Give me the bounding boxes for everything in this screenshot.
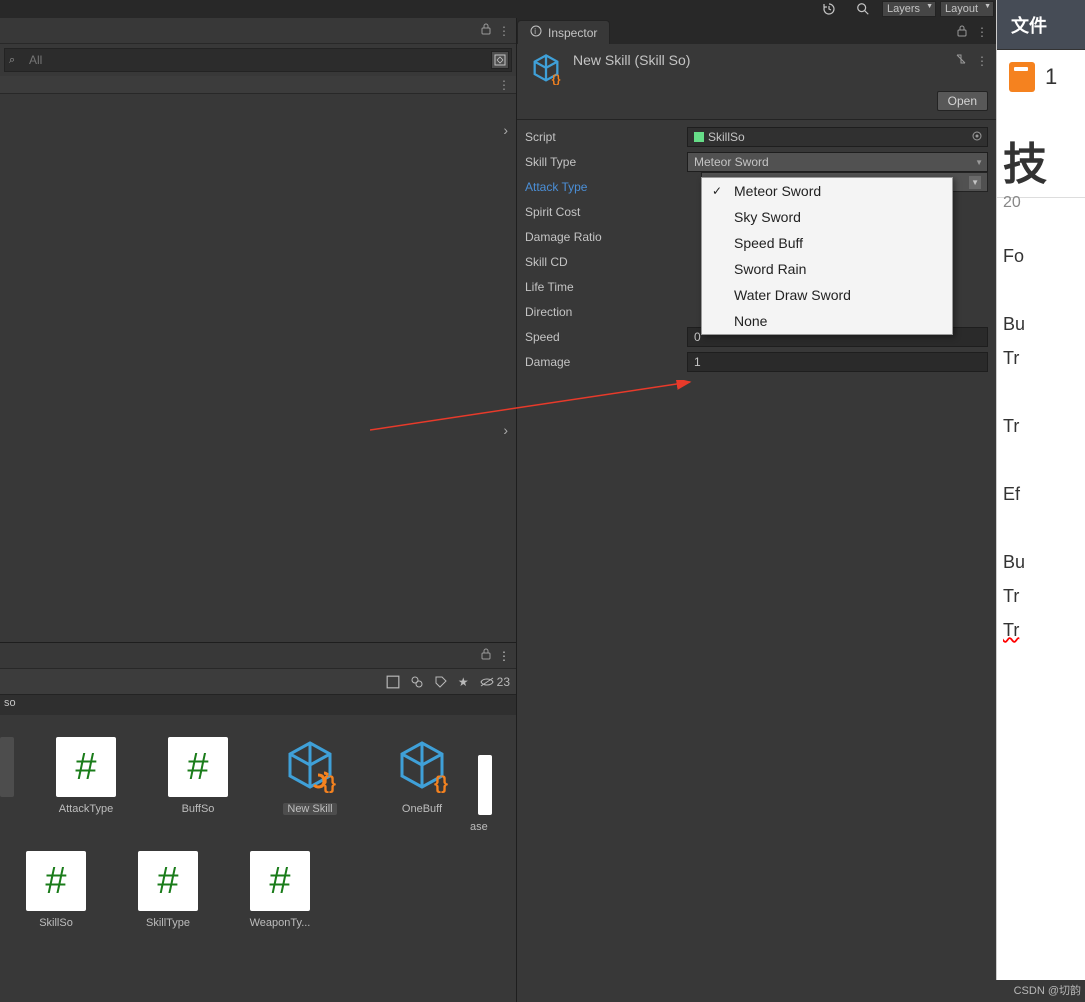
object-picker-icon[interactable] <box>971 130 983 145</box>
open-button[interactable]: Open <box>937 91 988 111</box>
check-icon: ✓ <box>712 184 722 198</box>
project-item[interactable]: # AttackType <box>30 737 142 833</box>
chevron-down-icon: ▼ <box>969 176 981 189</box>
kebab-menu-icon[interactable]: ⋮ <box>498 78 510 92</box>
watermark: CSDN @切韵 <box>1014 982 1081 998</box>
scriptable-object-icon: {} <box>392 737 452 797</box>
hierarchy-search: ⌕ <box>4 48 512 72</box>
dropdown-option[interactable]: Sky Sword <box>702 204 952 230</box>
project-item[interactable]: # BuffSo <box>142 737 254 833</box>
chevron-right-icon[interactable]: › <box>503 422 508 438</box>
project-breadcrumb[interactable]: so <box>0 695 516 715</box>
project-item[interactable]: # SkillType <box>112 851 224 929</box>
kebab-menu-icon[interactable]: ⋮ <box>976 54 988 68</box>
hierarchy-header: ⋮ <box>0 18 516 44</box>
dropdown-option[interactable]: Water Draw Sword <box>702 282 952 308</box>
book-icon <box>1009 62 1035 92</box>
document-year: 20 <box>997 194 1085 212</box>
project-header: ⋮ <box>0 643 516 669</box>
script-object-field[interactable]: SkillSo <box>687 127 988 147</box>
field-damage: Damage 1 <box>525 351 988 373</box>
skill-type-dropdown[interactable]: Meteor Sword ▼ <box>687 152 988 172</box>
lock-icon[interactable] <box>480 648 492 663</box>
inspector-tabrow: i Inspector ⋮ <box>517 18 996 44</box>
csharp-icon: # <box>250 851 310 911</box>
filter-type-icon[interactable] <box>410 675 424 689</box>
favorite-icon[interactable]: ★ <box>458 675 469 689</box>
filter-label-icon[interactable] <box>434 675 448 689</box>
lock-icon[interactable] <box>480 23 492 38</box>
external-app-tab[interactable]: 1 <box>997 50 1085 104</box>
asset-title: New Skill (Skill So) <box>573 52 690 68</box>
hierarchy-search-input[interactable] <box>7 53 491 67</box>
inspector-tab[interactable]: i Inspector <box>517 20 610 44</box>
kebab-menu-icon[interactable]: ⋮ <box>976 25 988 39</box>
project-item-selected[interactable]: {} New Skill <box>254 737 366 833</box>
csharp-icon: # <box>26 851 86 911</box>
dropdown-popup: ✓Meteor Sword Sky Sword Speed Buff Sword… <box>701 177 953 335</box>
info-icon: i <box>530 25 542 40</box>
chevron-down-icon: ▼ <box>975 158 983 167</box>
hierarchy-body[interactable]: › › <box>0 94 516 654</box>
top-toolbar: Layers Layout <box>0 0 996 18</box>
search-icon: ⌕ <box>9 54 15 67</box>
dropdown-option[interactable]: Speed Buff <box>702 230 952 256</box>
hierarchy-subheader: ⋮ <box>0 76 516 94</box>
project-grid[interactable]: . e # AttackType # BuffSo {} New Skill {… <box>0 715 516 929</box>
project-panel: ⋮ ★ 23 so . e # AttackType # BuffSo {} N… <box>0 642 516 1002</box>
document-body-clip: Fo Bu Tr Tr Ef Bu Tr Tr <box>997 242 1085 644</box>
csharp-icon: # <box>138 851 198 911</box>
history-icon[interactable] <box>814 1 844 17</box>
inspector-tab-label: Inspector <box>548 26 597 40</box>
hierarchy-panel: ⋮ ⌕ ⋮ › › <box>0 18 516 642</box>
project-item[interactable]: ase <box>478 755 508 833</box>
lock-icon[interactable] <box>956 25 968 40</box>
svg-text:{}: {} <box>322 773 336 793</box>
svg-text:i: i <box>534 27 536 36</box>
csharp-icon: # <box>56 737 116 797</box>
inspector-fields: Script SkillSo Skill Type Meteor Sword ▼… <box>517 120 996 379</box>
chevron-right-icon[interactable]: › <box>503 122 508 138</box>
project-item[interactable]: # SkillSo <box>0 851 112 929</box>
svg-text:{}: {} <box>434 773 448 793</box>
layout-dropdown[interactable]: Layout <box>940 1 994 17</box>
external-app-panel: 文件 1 技 20 Fo Bu Tr Tr Ef Bu Tr Tr <box>996 0 1085 980</box>
inspector-panel: i Inspector ⋮ {} New Skill (Skill So) ⋮ … <box>516 18 996 1002</box>
search-icon[interactable] <box>848 1 878 17</box>
dropdown-option[interactable]: ✓Meteor Sword <box>702 178 952 204</box>
project-toolbar: ★ 23 <box>0 669 516 695</box>
kebab-menu-icon[interactable]: ⋮ <box>498 649 510 663</box>
dropdown-option[interactable]: None <box>702 308 952 334</box>
layers-dropdown[interactable]: Layers <box>882 1 936 17</box>
inspector-header: {} New Skill (Skill So) ⋮ <box>517 44 996 89</box>
svg-text:{}: {} <box>552 74 561 86</box>
dropdown-option[interactable]: Sword Rain <box>702 256 952 282</box>
scriptable-object-icon: {} <box>529 52 563 89</box>
project-item[interactable]: {} OneBuff <box>366 737 478 833</box>
project-item[interactable]: . e <box>0 737 30 833</box>
document-heading: 技 <box>997 128 1085 198</box>
kebab-menu-icon[interactable]: ⋮ <box>498 24 510 38</box>
project-item[interactable]: # WeaponTy... <box>224 851 336 929</box>
external-app-menu[interactable]: 文件 <box>997 0 1085 50</box>
hidden-count[interactable]: 23 <box>479 675 510 689</box>
open-row: Open <box>517 89 996 119</box>
csharp-icon: # <box>168 737 228 797</box>
addressable-icon[interactable] <box>954 52 968 69</box>
damage-input[interactable]: 1 <box>687 352 988 372</box>
expand-icon[interactable] <box>491 51 509 69</box>
field-skill-type: Skill Type Meteor Sword ▼ <box>525 151 988 173</box>
field-script: Script SkillSo <box>525 126 988 148</box>
expand-icon[interactable] <box>386 675 400 689</box>
scriptable-object-icon: {} <box>280 737 340 797</box>
